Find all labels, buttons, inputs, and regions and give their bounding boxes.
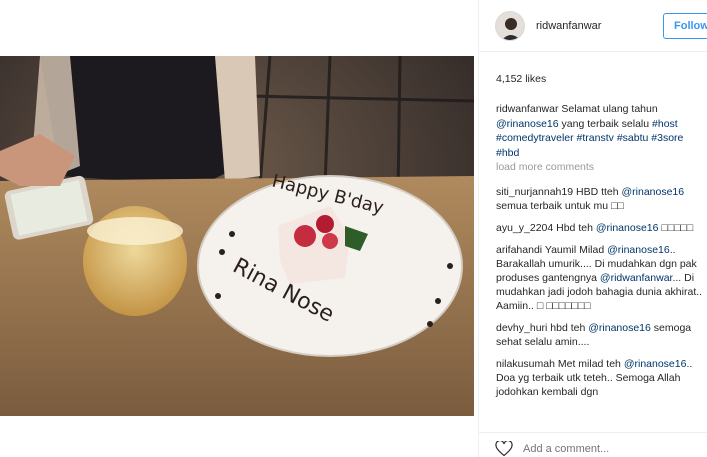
add-comment-input[interactable] <box>523 443 693 455</box>
comment-text: HBD tteh <box>573 186 622 198</box>
comment-username[interactable]: siti_nurjannah19 <box>496 186 573 198</box>
hashtag-transtv[interactable]: #transtv <box>577 132 614 144</box>
load-more-comments[interactable]: load more comments <box>496 160 706 175</box>
comment-item: ayu_y_2204 Hbd teh @rinanose16 □□□□□ <box>496 221 707 235</box>
hashtag-comedytraveler[interactable]: #comedytraveler <box>496 132 574 144</box>
post-sidebar: ridwanfanwar Follow 4,152 likes ridwanfa… <box>478 0 707 457</box>
heart-icon[interactable] <box>495 441 513 457</box>
follow-button[interactable]: Follow <box>663 13 707 39</box>
hashtag-3sore[interactable]: #3sore <box>651 132 683 144</box>
post-header: ridwanfanwar Follow <box>479 0 707 52</box>
hashtag-hbd[interactable]: #hbd <box>496 147 519 159</box>
comment-mention[interactable]: @rinanose16 <box>607 244 670 256</box>
comment-bar <box>479 432 707 457</box>
comment-mention[interactable]: @rinanose16 <box>624 358 687 370</box>
comment-username[interactable]: arifahandi <box>496 244 542 256</box>
caption-text: Selamat ulang tahun <box>558 103 658 115</box>
photo-pane: Happy B'day Rina Nose <box>0 0 478 457</box>
comment-username[interactable]: nilakusumah <box>496 358 555 370</box>
comment-mention[interactable]: @rinanose16 <box>596 222 659 234</box>
comment-mention[interactable]: @ridwanfanwar <box>600 272 673 284</box>
comment-item: devhy_huri hbd teh @rinanose16 semoga se… <box>496 321 707 349</box>
avatar[interactable] <box>495 10 525 41</box>
post-photo[interactable]: Happy B'day Rina Nose <box>0 56 474 416</box>
comments-list: siti_nurjannah19 HBD tteh @rinanose16 se… <box>496 185 707 407</box>
comment-text: semua terbaik untuk mu □□ <box>496 200 624 212</box>
photo-illustration: Happy B'day Rina Nose <box>0 56 474 416</box>
caption-text: yang terbaik selalu <box>558 117 653 130</box>
comment-text: Met milad teh <box>554 358 624 370</box>
comment-username[interactable]: ayu_y_2204 <box>496 222 553 234</box>
comment-text: hbd teh <box>547 322 589 334</box>
likes-count[interactable]: 4,152 likes <box>496 73 546 85</box>
comment-item: nilakusumah Met milad teh @rinanose16.. … <box>496 357 707 399</box>
comment-item: arifahandi Yaumil Milad @rinanose16.. Ba… <box>496 243 707 313</box>
post-username[interactable]: ridwanfanwar <box>536 20 601 32</box>
caption: ridwanfanwar Selamat ulang tahun @rinano… <box>496 102 706 175</box>
comment-text: Hbd teh <box>553 222 596 234</box>
comment-text: □□□□□ <box>658 222 694 234</box>
hashtag-host[interactable]: #host <box>652 118 678 130</box>
hashtag-sabtu[interactable]: #sabtu <box>617 132 649 144</box>
comment-item: siti_nurjannah19 HBD tteh @rinanose16 se… <box>496 185 707 213</box>
comment-text: Yaumil Milad <box>542 244 608 256</box>
caption-username[interactable]: ridwanfanwar <box>496 103 558 115</box>
comment-mention[interactable]: @rinanose16 <box>622 186 685 198</box>
comment-username[interactable]: devhy_huri <box>496 322 547 334</box>
caption-mention[interactable]: @rinanose16 <box>496 118 559 130</box>
comment-mention[interactable]: @rinanose16 <box>588 322 651 334</box>
avatar-image <box>496 11 524 40</box>
